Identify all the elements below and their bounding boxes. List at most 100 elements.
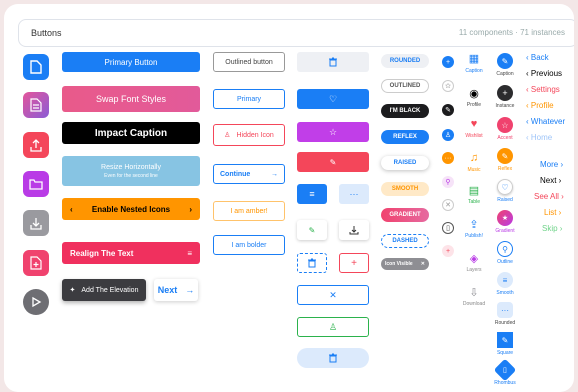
gradient-button[interactable]: GRADIENT — [381, 208, 429, 222]
reflex-button[interactable]: REFLEX — [381, 130, 429, 144]
instance-circle-button[interactable]: + — [497, 85, 513, 101]
continue-button[interactable]: Continue → — [213, 164, 285, 184]
smooth-button[interactable]: SMOOTH — [381, 182, 429, 196]
download-icon — [349, 226, 359, 235]
reflex-circle-button[interactable]: ✎ — [497, 148, 513, 164]
settings-link[interactable]: ‹ Settings — [526, 85, 560, 94]
close-outlined-button[interactable]: ✕ — [297, 285, 369, 305]
user-icon: ♙ — [224, 132, 231, 139]
raised-label: Raised — [497, 197, 513, 203]
plus-icon: + — [445, 247, 451, 255]
resize-button[interactable]: Resize Horizontally Even for the second … — [62, 156, 200, 186]
download-icon-button[interactable] — [23, 210, 49, 236]
user-outlined-button[interactable]: ♙ — [297, 317, 369, 337]
skip-link[interactable]: Skip › — [542, 224, 562, 233]
add-outlined-button[interactable]: + — [339, 253, 369, 273]
download-shadow-button[interactable] — [339, 220, 369, 240]
more-link[interactable]: More › — [540, 160, 563, 169]
rounded-square-button[interactable]: ··· — [497, 302, 513, 318]
accent-circle-button[interactable]: ☆ — [497, 117, 513, 133]
search-circle-button[interactable]: ⚲ — [442, 176, 454, 188]
caption-circle-button[interactable]: ✎ — [497, 53, 513, 69]
icon-visible-chip[interactable]: Icon Visible ✕ — [381, 258, 429, 270]
swap-font-button[interactable]: Swap Font Styles — [62, 86, 200, 112]
elevation-label: Add The Elevation — [81, 286, 139, 294]
outlined-pill-button[interactable]: OUTLINED — [381, 79, 429, 93]
folder-icon — [29, 179, 43, 190]
more-icon: ··· — [444, 154, 452, 162]
rhombus-label: Rhombus — [494, 380, 516, 386]
rounded-label: Rounded — [494, 320, 516, 326]
add-pink-circle-button[interactable]: + — [442, 245, 454, 257]
folder-icon-button[interactable] — [23, 171, 49, 197]
dashed-button[interactable]: DASHED — [381, 234, 429, 248]
upload-icon-button[interactable] — [23, 132, 49, 158]
gradient-label: Gradient — [495, 228, 515, 234]
more-button[interactable]: ··· — [339, 184, 369, 204]
realign-text-button[interactable]: Realign The Text ≡ — [62, 242, 200, 264]
gradient-circle-button[interactable]: ★ — [497, 210, 513, 226]
raised-button[interactable]: RAISED — [381, 156, 429, 170]
next-label: Next — [157, 285, 178, 295]
document-icon-button[interactable] — [23, 92, 49, 118]
trash-icon — [329, 353, 337, 363]
star-icon: ☆ — [501, 120, 509, 130]
elevation-button[interactable]: ✦ Add The Elevation — [62, 279, 146, 301]
reflex-label: Reflex — [497, 166, 513, 172]
chevron-right-icon: › — [189, 204, 192, 214]
raised-circle-button[interactable]: ♡ — [497, 179, 513, 195]
download-icon — [30, 218, 42, 230]
previous-link[interactable]: ‹ Previous — [526, 69, 562, 78]
list-link[interactable]: List › — [544, 208, 561, 217]
add-circle-button[interactable]: + — [442, 56, 454, 68]
list-icon: ≡ — [187, 248, 192, 258]
play-icon-button[interactable] — [23, 289, 49, 315]
star-button[interactable]: ☆ — [297, 122, 369, 142]
previous-label: Previous — [530, 69, 563, 78]
primary-button[interactable]: Primary Button — [62, 52, 200, 72]
back-link[interactable]: ‹ Back — [526, 53, 549, 62]
profile-link[interactable]: ‹ Profile — [526, 101, 554, 110]
impact-caption-button[interactable]: Impact Caption — [62, 122, 200, 144]
edit-button[interactable]: ✎ — [297, 152, 369, 172]
trash-dashed-button[interactable] — [297, 253, 327, 273]
arrow-right-icon: → — [185, 285, 195, 295]
outlined-button[interactable]: Outlined button — [213, 52, 285, 72]
smooth-circle-button[interactable]: ≡ — [497, 272, 513, 288]
menu-button[interactable]: ≡ — [297, 184, 327, 204]
amber-button[interactable]: I am amber! — [213, 201, 285, 221]
nested-icons-button[interactable]: ‹ Enable Nested Icons › — [62, 198, 200, 220]
add-file-icon-button[interactable] — [23, 250, 49, 276]
whatever-link[interactable]: ‹ Whatever — [526, 117, 565, 126]
trash-pill-button[interactable] — [297, 348, 369, 368]
list-label: List — [544, 208, 557, 217]
see-all-link[interactable]: See All › — [534, 192, 564, 201]
next-link[interactable]: Next › — [540, 176, 561, 185]
more-circle-button[interactable]: ··· — [442, 152, 454, 164]
page-title: Buttons — [31, 28, 62, 38]
resize-sublabel: Even for the second line — [104, 172, 158, 179]
home-link[interactable]: ‹ Home — [526, 133, 552, 142]
star-icon: ☆ — [328, 126, 338, 137]
rounded-button[interactable]: ROUNDED — [381, 54, 429, 68]
heart-button[interactable]: ♡ — [297, 89, 369, 109]
outline-circle-button[interactable]: ⚲ — [497, 241, 513, 257]
document-icon — [30, 98, 42, 112]
square-button[interactable]: ✎ — [497, 332, 513, 348]
bolder-button[interactable]: I am bolder — [213, 235, 285, 255]
file-icon-button[interactable] — [23, 54, 49, 80]
edit-shadow-button[interactable]: ✎ — [297, 220, 327, 240]
black-pill-button[interactable]: I'M BLACK — [381, 104, 429, 118]
hidden-icon-label: Hidden Icon — [236, 131, 274, 139]
arrow-right-icon: → — [271, 170, 278, 178]
hidden-icon-button[interactable]: ♙ Hidden Icon — [213, 124, 285, 146]
plus-icon: + — [445, 58, 451, 66]
rhombus-button[interactable]: ▯ — [493, 358, 517, 382]
trash-button[interactable] — [297, 52, 369, 72]
play-icon — [32, 296, 42, 308]
pencil-icon: ✎ — [329, 157, 337, 167]
next-elevated-button[interactable]: Next → — [154, 279, 198, 301]
primary-outlined-button[interactable]: Primary — [213, 89, 285, 109]
close-icon: ✕ — [329, 289, 337, 300]
star-circle-button[interactable]: ☆ — [442, 80, 454, 92]
